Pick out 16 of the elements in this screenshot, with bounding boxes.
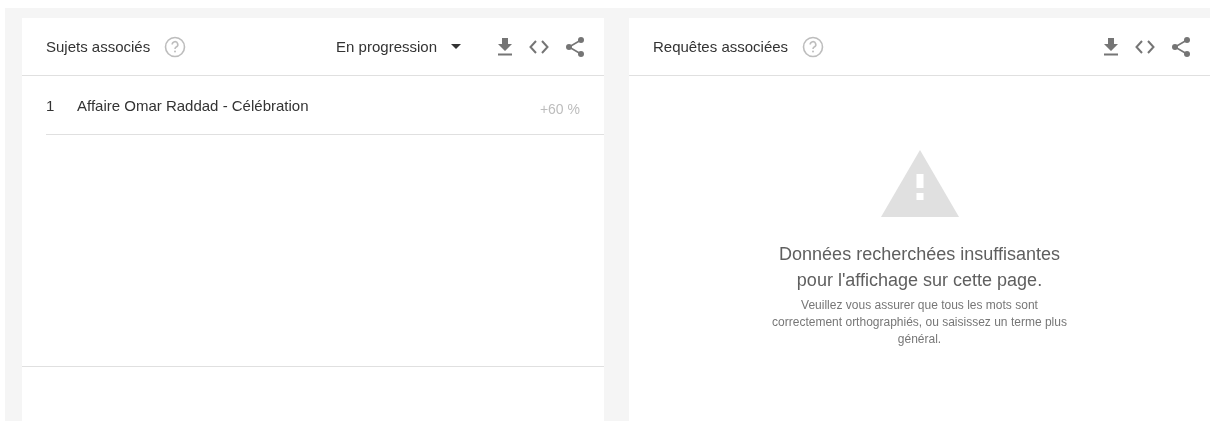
panel-title: Requêtes associées <box>653 38 789 55</box>
share-icon[interactable] <box>1172 36 1190 57</box>
empty-message: Veuillez vous assurer que tous les mots sont correctement orthographiés, ou saisissez un terme plus général. <box>771 297 1068 348</box>
rank-number: 1 <box>46 96 56 114</box>
sort-dropdown[interactable]: En progression <box>336 38 461 55</box>
download-icon[interactable] <box>498 37 512 56</box>
embed-code-icon[interactable] <box>529 39 549 54</box>
download-icon[interactable] <box>1104 37 1118 56</box>
caret-icon <box>451 44 461 49</box>
empty-heading: Données recherchées insuffisantes pour l'affichage sur cette page. <box>778 243 1061 292</box>
panel-title: Sujets associés <box>46 38 151 55</box>
topic-link[interactable]: Affaire Omar Raddad - Célébration <box>77 96 540 114</box>
embed-code-icon[interactable] <box>1135 39 1155 54</box>
share-icon[interactable] <box>566 36 584 57</box>
change-value: +60 % <box>539 101 580 117</box>
warning-icon <box>880 150 959 217</box>
